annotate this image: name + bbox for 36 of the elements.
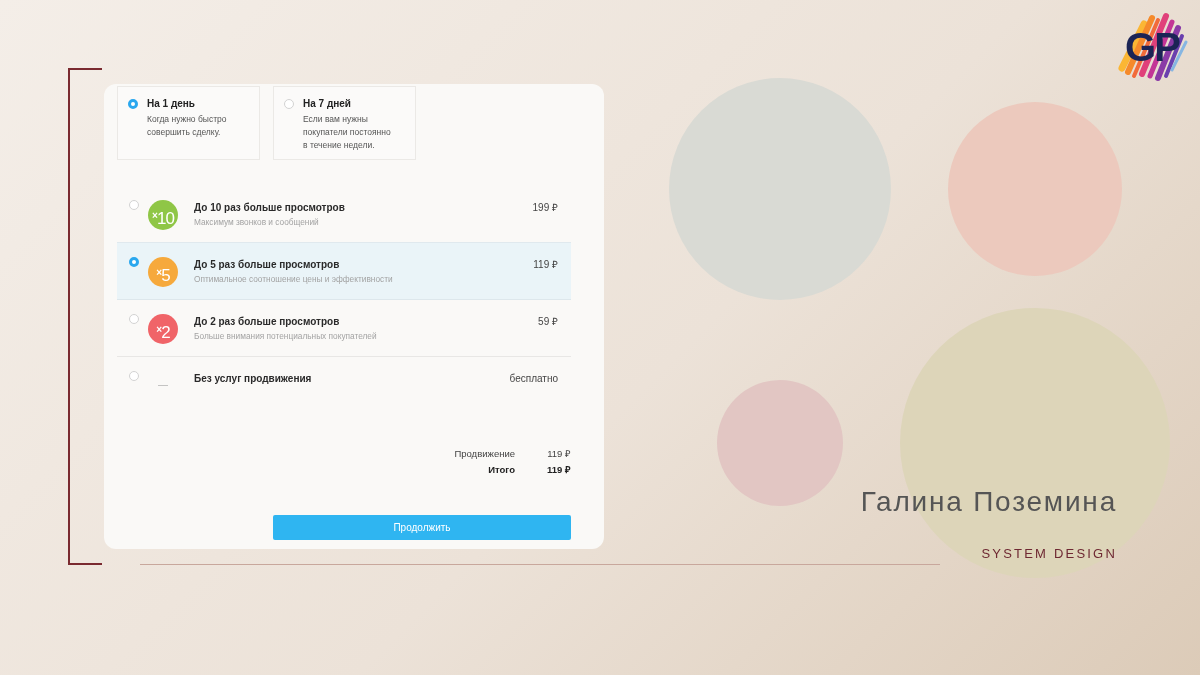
option-price: 199 ₽	[532, 201, 558, 214]
option-subtitle: Оптимальное соотношение цены и эффективности	[194, 273, 394, 285]
option-subtitle: Максимум звонков и сообщений	[194, 216, 320, 228]
duration-card[interactable]: На 1 день Когда нужно быстро совершить сделку.	[117, 86, 260, 160]
summary-label: Итого	[487, 463, 515, 477]
multiplier-badge: ×5	[148, 257, 178, 287]
radio-button[interactable]	[284, 98, 294, 109]
multiplier-badge: ×10	[148, 200, 178, 230]
radio-button[interactable]	[128, 98, 138, 109]
summary-label: Продвижение	[453, 447, 515, 461]
option-title: Без услуг продвижения	[194, 372, 313, 385]
radio-button[interactable]	[129, 257, 139, 267]
option-price: бесплатно	[509, 372, 558, 385]
option-title: До 2 раз больше просмотров	[194, 315, 341, 328]
radio-button[interactable]	[129, 200, 139, 210]
author-name: Галина Поземина	[860, 486, 1117, 518]
option-price: 119 ₽	[533, 258, 558, 271]
option-subtitle: Больше внимания потенциальных покупателей	[194, 330, 378, 342]
option-price: 59 ₽	[538, 315, 558, 328]
duration-description: Когда нужно быстро совершить сделку.	[147, 113, 228, 139]
duration-card[interactable]: На 7 дней Если вам нужны покупатели постоянно в течение недели.	[273, 86, 416, 160]
duration-title: На 7 дней	[303, 97, 351, 110]
summary-value: 119 ₽	[546, 463, 571, 477]
dash-mark: —	[157, 378, 169, 392]
duration-description: Если вам нужны покупатели постоянно в течение недели.	[303, 113, 392, 152]
multiplier-badge: ×2	[148, 314, 178, 344]
option-row[interactable]: — Без услуг продвижения бесплатно	[117, 357, 571, 401]
author-role: SYSTEM DESIGN	[981, 546, 1117, 562]
option-title: До 10 раз больше просмотров	[194, 201, 346, 214]
duration-title: На 1 день	[147, 97, 195, 110]
radio-button[interactable]	[129, 371, 139, 381]
radio-button[interactable]	[129, 314, 139, 324]
option-row[interactable]: ×2 До 2 раз больше просмотров Больше внимания потенциальных покупателей 59 ₽	[117, 300, 571, 357]
summary-value: 119 ₽	[546, 447, 571, 461]
option-title: До 5 раз больше просмотров	[194, 258, 341, 271]
option-row[interactable]: ×5 До 5 раз больше просмотров Оптимальное соотношение цены и эффективности 119 ₽	[117, 242, 571, 300]
